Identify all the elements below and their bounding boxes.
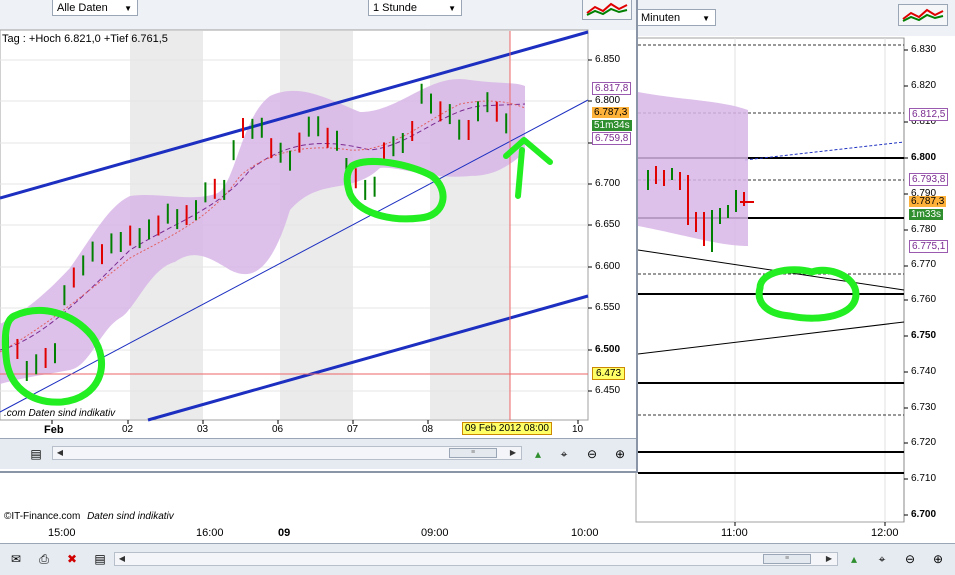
left-y-tick: 6.800 (595, 95, 621, 106)
zoom-fit-icon[interactable]: ⌖ (874, 551, 890, 567)
left-y-tick: 6.650 (595, 219, 621, 230)
bottom-x-tick: 15:00 (48, 527, 76, 539)
list-icon[interactable]: ▤ (92, 551, 108, 567)
timer-tag: 51m34s (592, 120, 632, 131)
left-y-tick: 6.450 (595, 385, 621, 396)
right-upper-band-tag: 6.812,5 (909, 108, 949, 121)
scroll-left-icon[interactable]: ◀ (54, 447, 66, 459)
left-x-tick: 10 (572, 424, 584, 435)
left-y-tick: 6.850 (595, 54, 621, 65)
bottom-watermark-note: Daten sind indikativ (87, 511, 174, 522)
left-y-tick: 6.700 (595, 178, 621, 189)
right-timer-tag: 1m33s (909, 209, 944, 220)
right-y-tick: 6.780 (911, 224, 937, 235)
bottom-scrollbar[interactable]: ◀ ≡ ▶ (114, 552, 838, 566)
bottom-x-tick: 16:00 (196, 527, 224, 539)
right-y-tick: 6.710 (911, 473, 937, 484)
crosshair-date-tag: 09 Feb 2012 08:00 (462, 422, 552, 435)
scroll-left-icon[interactable]: ◀ (116, 553, 128, 565)
right-last-price-tag: 6.787,3 (909, 196, 947, 207)
list-icon[interactable]: ▤ (28, 446, 44, 462)
mail-icon[interactable]: ✉ (8, 551, 24, 567)
zoom-in-icon[interactable]: ⊕ (612, 446, 628, 462)
right-y-tick: 6.800 (911, 152, 937, 163)
bottom-watermark: ©IT-Finance.com Daten sind indikativ (4, 511, 174, 522)
right-mid-tag: 6.793,8 (909, 173, 949, 186)
upper-band-tag: 6.817,8 (592, 82, 632, 95)
bottom-x-tick: 12:00 (871, 527, 899, 539)
left-x-tick: 03 (197, 424, 209, 435)
right-chart-style-icon[interactable] (898, 4, 948, 26)
right-y-tick: 6.770 (911, 259, 937, 270)
scroll-thumb[interactable]: ≡ (449, 448, 497, 458)
left-x-tick: 07 (347, 424, 359, 435)
chart-settings-icon[interactable]: ▴ (846, 551, 862, 567)
last-price-tag: 6.787,3 (592, 107, 630, 118)
bottom-watermark-brand: ©IT-Finance.com (4, 511, 81, 522)
bottom-x-tick: 09 (278, 527, 291, 539)
left-chart-canvas (0, 29, 592, 424)
right-y-tick: 6.760 (911, 294, 937, 305)
right-interval-select[interactable]: Minuten ▼ (636, 9, 716, 26)
lower-band-tag: 6.759,8 (592, 132, 632, 145)
left-y-tick: 6.500 (595, 344, 621, 355)
left-y-tick: 6.600 (595, 261, 621, 272)
zoom-fit-icon[interactable]: ⌖ (556, 446, 572, 462)
bottom-x-tick: 11:00 (721, 527, 748, 539)
chevron-down-icon: ▼ (702, 14, 710, 23)
left-y-tick: 6.550 (595, 302, 621, 313)
scroll-right-icon[interactable]: ▶ (823, 553, 835, 565)
scroll-thumb[interactable]: ≡ (763, 554, 811, 564)
chart-settings-icon[interactable]: ▴ (530, 446, 546, 462)
zoom-out-icon[interactable]: ⊖ (902, 551, 918, 567)
right-interval-value: Minuten (641, 12, 681, 24)
right-y-tick: 6.750 (911, 330, 937, 341)
left-watermark: .com Daten sind indikativ (4, 408, 116, 419)
print-icon[interactable]: ⎙ (36, 551, 52, 567)
left-x-tick: 02 (122, 424, 134, 435)
bottom-toolbar: ✉ ⎙ ✖ ▤ ◀ ≡ ▶ ▴ ⌖ ⊖ ⊕ (0, 543, 955, 575)
disable-icon[interactable]: ✖ (64, 551, 80, 567)
bottom-x-tick: 09:00 (421, 527, 449, 539)
left-x-tick: 08 (422, 424, 434, 435)
zoom-out-icon[interactable]: ⊖ (584, 446, 600, 462)
crosshair-price-tag: 6.473 (592, 367, 626, 380)
scroll-right-icon[interactable]: ▶ (507, 447, 519, 459)
zoom-in-icon[interactable]: ⊕ (930, 551, 946, 567)
right-y-tick: 6.720 (911, 437, 937, 448)
right-y-tick: 6.830 (911, 44, 937, 55)
right-y-tick: 6.820 (911, 80, 937, 91)
right-y-tick: 6.730 (911, 402, 937, 413)
right-lower-band-tag: 6.775,1 (909, 240, 949, 253)
chart-info-text: Tag : +Hoch 6.821,0 +Tief 6.761,5 (2, 33, 168, 45)
left-x-tick: Feb (44, 424, 64, 436)
right-y-tick: 6.740 (911, 366, 937, 377)
left-x-tick: 06 (272, 424, 284, 435)
bottom-x-tick: 10:00 (571, 527, 599, 539)
left-scrollbar[interactable]: ◀ ≡ ▶ (52, 446, 522, 460)
left-chart-window: Alle Daten ▼ 1 Stunde ▼ Tag: +Hoch 6.82… (0, 0, 638, 473)
left-toolbar: ▤ ◀ ≡ ▶ ▴ ⌖ ⊖ ⊕ (0, 438, 636, 469)
right-y-tick: 6.700 (911, 509, 937, 520)
